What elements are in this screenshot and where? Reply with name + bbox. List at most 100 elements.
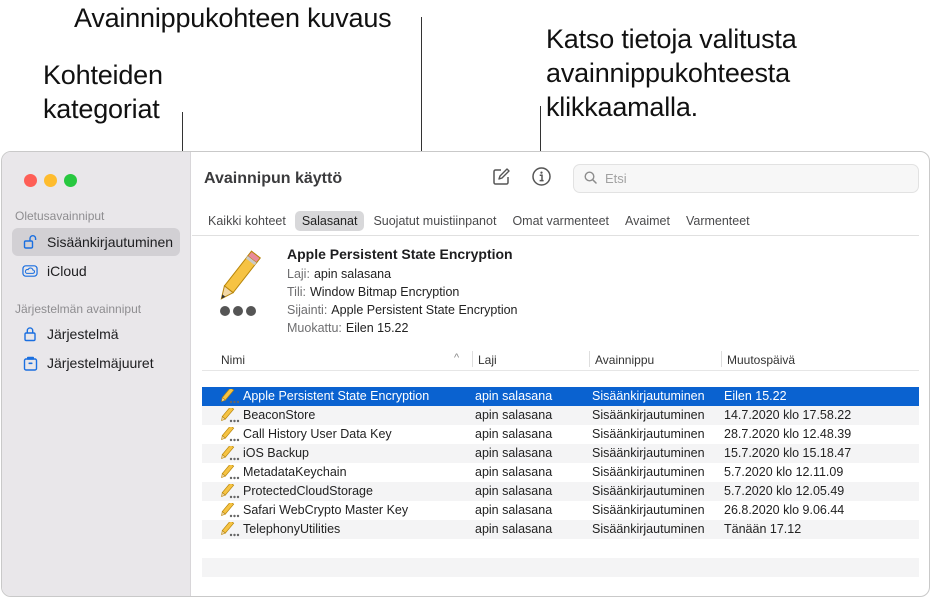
keychain-window: Oletusavainniput Sisäänkirjautuminen iCl… <box>1 151 930 597</box>
cell-modified: 14.7.2020 klo 17.58.22 <box>724 408 852 422</box>
lock-open-icon <box>22 234 38 250</box>
detail-where-value: Apple Persistent State Encryption <box>331 303 518 317</box>
sidebar-item-login[interactable]: Sisäänkirjautuminen <box>12 228 180 256</box>
callout-categories-line-1: Kohteiden <box>43 60 163 90</box>
cell-kind: apin salasana <box>475 446 553 460</box>
cell-modified: Eilen 15.22 <box>724 389 787 403</box>
table-row[interactable]: ProtectedCloudStorage apin salasana Sisään… <box>202 482 919 501</box>
cell-modified: 28.7.2020 klo 12.48.39 <box>724 427 852 441</box>
callout-info-line-1: Katso tietoja valitusta <box>546 24 797 54</box>
category-tabs: Kaikki kohteet Salasanat Suojatut muisti… <box>192 207 919 236</box>
detail-account-label: Tili: <box>287 285 306 299</box>
sidebar: Oletusavainniput Sisäänkirjautuminen iCl… <box>2 152 191 596</box>
cell-kind: apin salasana <box>475 389 553 403</box>
lock-icon <box>22 326 38 342</box>
sort-ascending-icon: ^ <box>454 352 460 364</box>
empty-table-row <box>202 577 919 596</box>
tab-certificates[interactable]: Varmenteet <box>679 211 757 231</box>
window-title: Avainnipun käyttö <box>204 170 343 187</box>
items-table: Apple Persistent State Encryption apin sa… <box>202 387 919 596</box>
column-separator[interactable] <box>589 351 590 367</box>
cell-keychain: Sisäänkirjautuminen <box>592 465 705 479</box>
column-header-kind[interactable]: Laji <box>478 353 497 367</box>
cell-name: BeaconStore <box>243 408 316 422</box>
cloud-icon <box>22 263 38 279</box>
search-input[interactable] <box>605 171 905 186</box>
callout-info-line-2: avainnippukohteesta <box>546 58 790 88</box>
table-row[interactable]: Safari WebCrypto Master Key apin salasana… <box>202 501 919 520</box>
cell-keychain: Sisäänkirjautuminen <box>592 484 705 498</box>
cell-name: ProtectedCloudStorage <box>243 484 373 498</box>
detail-where: Sijainti: Apple Persistent State Encrypti… <box>287 303 518 317</box>
cell-kind: apin salasana <box>475 503 553 517</box>
sidebar-item-icloud[interactable]: iCloud <box>12 257 180 285</box>
cell-name: TelephonyUtilities <box>243 522 341 536</box>
password-item-icon <box>220 520 240 537</box>
cell-kind: apin salasana <box>475 427 553 441</box>
callout-item-description: Avainnippukohteen kuvaus <box>74 3 392 33</box>
password-item-icon <box>220 406 240 423</box>
cell-kind: apin salasana <box>475 465 553 479</box>
cell-name: Safari WebCrypto Master Key <box>243 503 409 517</box>
password-item-icon <box>220 444 240 461</box>
password-item-icon <box>220 387 240 404</box>
cell-keychain: Sisäänkirjautuminen <box>592 446 705 460</box>
sidebar-header-default: Oletusavainniput <box>15 209 105 223</box>
detail-kind-value: apin salasana <box>313 267 392 281</box>
table-row[interactable]: MetadataKeychain apin salasana Sisäänkirja… <box>202 463 919 482</box>
detail-kind-label: Laji: <box>287 267 310 281</box>
column-header-keychain[interactable]: Avainnippu <box>595 353 654 367</box>
tab-passwords[interactable]: Salasanat <box>294 211 365 231</box>
cell-name: iOS Backup <box>243 446 310 460</box>
close-window-button[interactable] <box>24 174 37 187</box>
password-item-icon <box>220 425 240 442</box>
show-info-button[interactable] <box>530 166 552 192</box>
pencil-password-icon <box>207 247 269 322</box>
sidebar-item-label: iCloud <box>47 263 87 279</box>
search-field[interactable] <box>573 164 919 193</box>
minimize-window-button[interactable] <box>44 174 57 187</box>
tab-secure-notes[interactable]: Suojatut muistiinpanot <box>366 211 503 231</box>
zoom-window-button[interactable] <box>64 174 77 187</box>
table-row[interactable]: TelephonyUtilities apin salasana Sisäänkir… <box>202 520 919 539</box>
table-header: Nimi ^ Laji Avainnippu Muutospäivä <box>202 349 919 371</box>
cell-kind: apin salasana <box>475 408 553 422</box>
detail-where-label: Sijainti: <box>287 303 328 317</box>
sidebar-item-system[interactable]: Järjestelmä <box>12 320 180 348</box>
table-row[interactable]: Call History User Data Key apin salasana S… <box>202 425 919 444</box>
callout-categories-line-2: kategoriat <box>43 94 160 124</box>
column-header-name[interactable]: Nimi <box>221 353 245 367</box>
password-item-icon <box>220 463 240 480</box>
detail-modified-value: Eilen 15.22 <box>345 321 409 335</box>
item-detail-panel: Apple Persistent State Encryption Laji: a… <box>192 237 929 347</box>
column-header-modified[interactable]: Muutospäivä <box>727 353 795 367</box>
table-row[interactable]: BeaconStore apin salasana Sisäänkirjautumi… <box>202 406 919 425</box>
password-item-icon <box>220 501 240 518</box>
callout-info-line-3: klikkaamalla. <box>546 92 698 122</box>
detail-account: Tili: Window Bitmap Encryption <box>287 285 459 299</box>
tab-all-items[interactable]: Kaikki kohteet <box>201 211 293 231</box>
new-item-button[interactable] <box>490 167 512 190</box>
table-row[interactable]: Apple Persistent State Encryption apin sa… <box>202 387 919 406</box>
column-separator[interactable] <box>721 351 722 367</box>
detail-modified-label: Muokattu: <box>287 321 342 335</box>
detail-modified: Muokattu: Eilen 15.22 <box>287 321 408 335</box>
column-separator[interactable] <box>472 351 473 367</box>
sidebar-item-label: Järjestelmäjuuret <box>47 355 154 371</box>
cell-modified: Tänään 17.12 <box>724 522 802 536</box>
cell-keychain: Sisäänkirjautuminen <box>592 408 705 422</box>
info-icon <box>531 166 552 192</box>
tab-keys[interactable]: Avaimet <box>618 211 677 231</box>
callout-show-info: Katso tietoja valitusta avainnippukohtee… <box>546 22 797 124</box>
cell-modified: 5.7.2020 klo 12.05.49 <box>724 484 845 498</box>
sidebar-item-system-roots[interactable]: Järjestelmäjuuret <box>12 349 180 377</box>
detail-item-title: Apple Persistent State Encryption <box>287 246 513 262</box>
tab-my-certificates[interactable]: Omat varmenteet <box>505 211 616 231</box>
detail-account-value: Window Bitmap Encryption <box>309 285 460 299</box>
table-row[interactable]: iOS Backup apin salasana Sisäänkirjautumin… <box>202 444 919 463</box>
detail-kind: Laji: apin salasana <box>287 267 391 281</box>
cell-modified: 5.7.2020 klo 12.11.09 <box>724 465 844 479</box>
cell-name: MetadataKeychain <box>243 465 347 479</box>
empty-table-row <box>202 539 919 558</box>
cabinet-icon <box>22 355 38 371</box>
